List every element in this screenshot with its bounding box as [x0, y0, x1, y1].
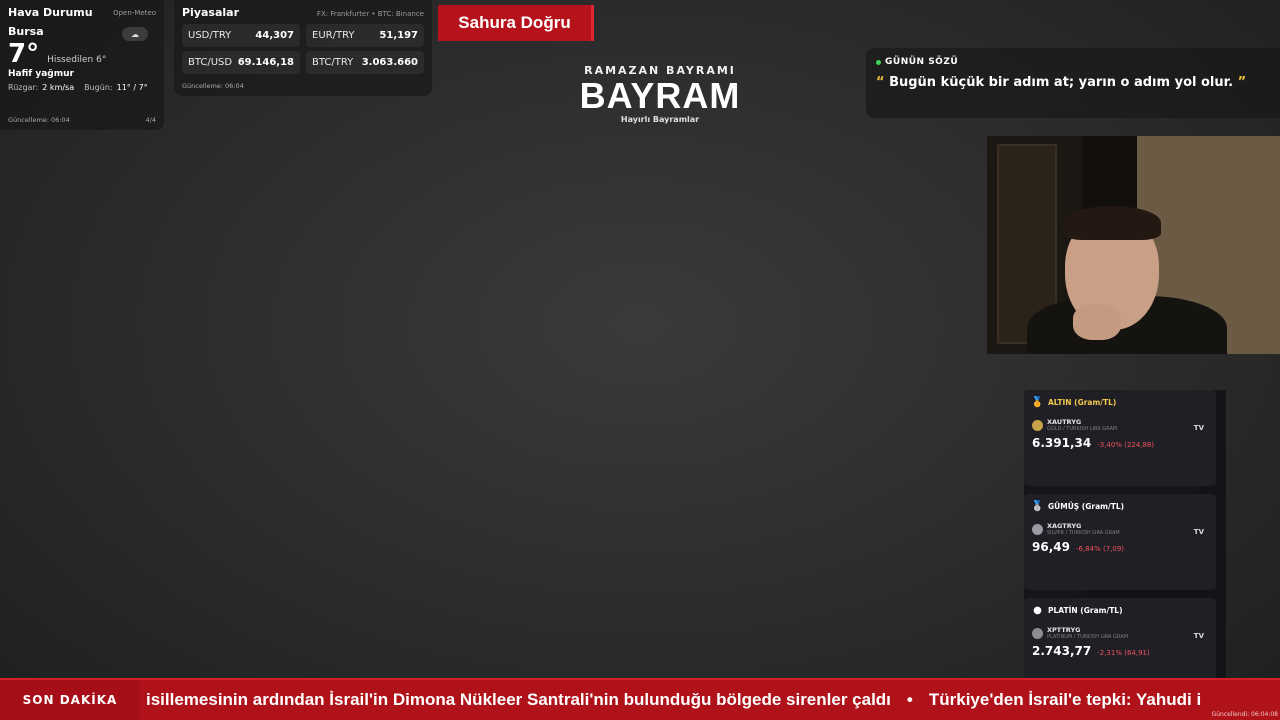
market-value: 51,197	[379, 30, 418, 41]
gold-coin-icon	[1032, 419, 1043, 431]
weather-panel: Hava Durumu Open-Meteo Bursa ☁ 7° Hissed…	[0, 0, 164, 130]
metal-symbol: XAGTRYG	[1047, 522, 1082, 530]
weather-source: Open-Meteo	[113, 9, 156, 17]
ticker-item: Türkiye'den İsrail'e tepki: Yahudi i	[928, 690, 1202, 709]
ticker-track: isillemesinin ardından İsrail'in Dimona …	[146, 680, 1201, 720]
weather-condition: Hafif yağmur	[8, 69, 74, 79]
metal-price: 96,49	[1032, 540, 1070, 554]
metals-updated: Güncellendi: 06:04:08	[1211, 711, 1278, 718]
weather-page: 4/4	[145, 116, 156, 124]
gold-medal-icon: 🏅	[1031, 396, 1044, 408]
metal-card-platinum: ● PLATİN (Gram/TL) XPTTRYG PLATINUM / TU…	[1024, 598, 1216, 680]
weather-temperature: 7°	[8, 39, 40, 69]
market-value: 69.146,18	[237, 57, 294, 68]
metal-change: -3,40% (224,88)	[1097, 441, 1155, 449]
metal-price: 2.743,77	[1032, 644, 1092, 658]
silver-medal-icon: 🥈	[1031, 500, 1044, 512]
metal-title: ALTIN (Gram/TL)	[1048, 397, 1117, 407]
metal-symbol: XPTTRYG	[1047, 626, 1081, 634]
today-value: 11° / 7°	[116, 83, 148, 92]
market-name: EUR/TRY	[312, 30, 355, 41]
markets-panel: Piyasalar FX: Frankfurter • BTC: Binance…	[174, 0, 432, 96]
markets-updated: Güncelleme: 06:04	[182, 82, 244, 90]
quote-label: GÜNÜN SÖZÜ	[885, 57, 959, 67]
holiday-title-block: RAMAZAN BAYRAMI BAYRAM Hayırlı Bayramlar	[560, 64, 760, 124]
platinum-dot-icon: ●	[1033, 604, 1042, 616]
close-quote-icon: ”	[1237, 75, 1247, 90]
wind-label: Rüzgar:	[8, 83, 39, 92]
tradingview-icon[interactable]: TV	[1194, 632, 1204, 640]
metal-description: PLATINUM / TURKISH LIRA GRAM	[1047, 634, 1128, 640]
ticker-separator: •	[906, 690, 913, 709]
market-name: BTC/USD	[188, 57, 233, 68]
metal-description: SILVER / TURKISH LIRA GRAM	[1047, 530, 1120, 536]
weather-feels-like: Hissedilen 6°	[47, 55, 107, 65]
holiday-subtitle: Hayırlı Bayramlar	[620, 115, 700, 124]
open-quote-icon: “	[876, 75, 885, 90]
metal-title: GÜMÜŞ (Gram/TL)	[1048, 501, 1125, 511]
metal-change: -6,84% (7,09)	[1075, 545, 1125, 553]
silver-coin-icon	[1032, 523, 1043, 535]
holiday-title: BAYRAM	[579, 75, 741, 116]
tradingview-icon[interactable]: TV	[1194, 528, 1204, 536]
breaking-news-label: SON DAKİKA	[0, 680, 140, 720]
breaking-news-ticker: SON DAKİKA isillemesinin ardından İsrail…	[0, 678, 1280, 720]
webcam-feed	[987, 136, 1280, 354]
market-item: USD/TRY 44,307	[182, 24, 300, 47]
quote-of-the-day-panel: GÜNÜN SÖZÜ “ Bugün küçük bir adım at; ya…	[866, 48, 1280, 118]
metal-symbol: XAUTRYG	[1047, 418, 1082, 426]
quote-text: Bugün küçük bir adım at; yarın o adım yo…	[889, 75, 1234, 90]
tradingview-icon[interactable]: TV	[1194, 424, 1204, 432]
market-name: BTC/TRY	[312, 57, 354, 68]
market-item: EUR/TRY 51,197	[306, 24, 424, 47]
metal-price: 6.391,34	[1032, 436, 1092, 450]
cloud-rain-icon: ☁	[122, 27, 148, 41]
market-item: BTC/USD 69.146,18	[182, 51, 300, 74]
market-item: BTC/TRY 3.063.660	[306, 51, 424, 74]
metals-widget: 🏅 ALTIN (Gram/TL) XAUTRYG GOLD / TURKISH…	[1024, 390, 1226, 680]
sahur-countdown-tag: Sahura Doğru	[438, 5, 594, 41]
market-value: 3.063.660	[361, 57, 418, 68]
weather-updated: Güncelleme: 06:04	[8, 116, 70, 124]
metal-card-silver: 🥈 GÜMÜŞ (Gram/TL) XAGTRYG SILVER / TURKI…	[1024, 494, 1216, 590]
ticker-item: isillemesinin ardından İsrail'in Dimona …	[146, 690, 891, 709]
metal-title: PLATİN (Gram/TL)	[1048, 605, 1123, 615]
market-name: USD/TRY	[188, 30, 232, 41]
metal-change: -2,31% (64,91)	[1097, 649, 1150, 657]
market-value: 44,307	[255, 30, 294, 41]
metal-card-gold: 🏅 ALTIN (Gram/TL) XAUTRYG GOLD / TURKISH…	[1024, 390, 1216, 486]
live-dot-icon	[876, 59, 881, 65]
wind-value: 2 km/sa	[42, 83, 75, 92]
today-label: Bugün:	[84, 83, 113, 92]
platinum-coin-icon	[1032, 627, 1043, 639]
metal-description: GOLD / TURKISH LIRA GRAM	[1047, 426, 1118, 432]
quote-text-line: “ Bugün küçük bir adım at; yarın o adım …	[876, 75, 1270, 90]
weather-details: Rüzgar: 2 km/sa Bugün: 11° / 7°	[8, 83, 156, 92]
markets-source: FX: Frankfurter • BTC: Binance	[316, 10, 424, 18]
